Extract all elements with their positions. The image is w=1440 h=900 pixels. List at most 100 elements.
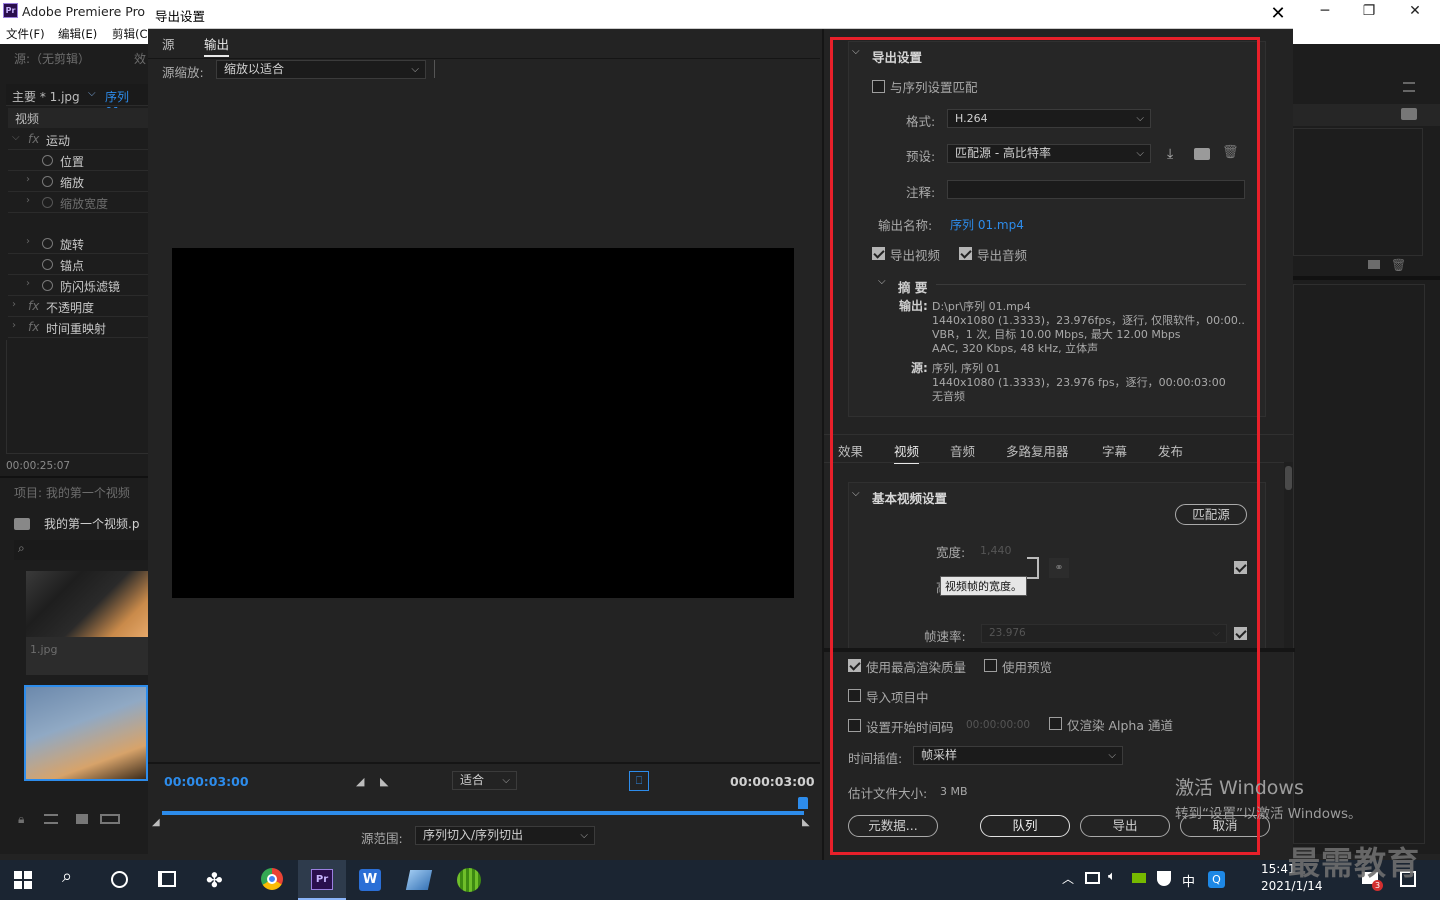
metadata-button[interactable]: 元数据... — [848, 815, 938, 837]
clip-thumbnail-1[interactable] — [26, 571, 148, 637]
tab-multiplexer[interactable]: 多路复用器 — [1006, 441, 1069, 460]
tab-video[interactable]: 视频 — [894, 441, 920, 464]
effects-panel-tab[interactable]: 效 — [134, 50, 146, 67]
save-preset-icon[interactable]: ⤓ — [1167, 146, 1173, 162]
ime-indicator[interactable]: 中 — [1182, 871, 1195, 890]
comments-input[interactable] — [947, 180, 1245, 199]
scrollbar-thumb[interactable] — [1285, 466, 1292, 490]
effect-rotation[interactable]: › 旋转 — [8, 233, 148, 254]
set-start-timecode-checkbox[interactable] — [848, 719, 861, 732]
app-pinwheel-icon[interactable]: ✤ — [206, 868, 223, 892]
render-alpha-only-checkbox[interactable] — [1049, 717, 1062, 730]
clip-thumbnail-2[interactable] — [24, 685, 148, 781]
search-icon[interactable]: ⌕ — [62, 866, 72, 887]
effect-antiflicker[interactable]: › 防闪烁滤镜 — [8, 275, 148, 296]
effect-motion[interactable]: ⌵ fx 运动 — [8, 129, 148, 150]
width-match-checkbox[interactable] — [1234, 561, 1247, 574]
network-icon[interactable] — [1085, 872, 1100, 884]
chevron-up-icon[interactable]: ︿ — [1062, 870, 1074, 887]
width-value[interactable]: 1,440 — [980, 544, 1012, 557]
set-in-point-icon[interactable]: ◢ — [356, 775, 364, 788]
qq-icon[interactable]: Q — [1208, 871, 1225, 888]
notepad-icon[interactable] — [405, 870, 433, 890]
framerate-dropdown[interactable]: 23.976 ⌵ — [981, 624, 1227, 643]
tab-source[interactable]: 源 — [162, 34, 175, 53]
premiere-taskbar-button[interactable]: Pr — [298, 860, 346, 900]
export-button[interactable]: 导出 — [1080, 815, 1170, 837]
effect-opacity[interactable]: › fx 不透明度 — [8, 296, 148, 317]
tab-captions[interactable]: 字幕 — [1102, 441, 1127, 460]
aspect-correction-icon[interactable]: ⎕ — [629, 771, 649, 791]
chevron-down-icon[interactable]: ⌵ — [88, 88, 96, 99]
current-timecode[interactable]: 00:00:03:00 — [164, 774, 249, 789]
volume-icon[interactable]: 🔈︎ — [1108, 869, 1116, 884]
use-previews-checkbox[interactable] — [984, 659, 997, 672]
melon-app-icon[interactable] — [457, 868, 481, 892]
effect-position[interactable]: 位置 — [8, 150, 148, 171]
set-out-point-icon[interactable]: ◣ — [380, 775, 388, 788]
tab-publish[interactable]: 发布 — [1158, 441, 1183, 460]
playhead-handle[interactable] — [798, 797, 808, 809]
close-app-button[interactable]: ✕ — [1392, 0, 1438, 24]
export-video-checkbox[interactable] — [872, 247, 885, 260]
import-into-project-checkbox[interactable] — [848, 689, 861, 702]
panel-menu-icon[interactable] — [1403, 82, 1415, 92]
output-name-link[interactable]: 序列 01.mp4 — [950, 216, 1024, 233]
icon-view-icon[interactable] — [76, 814, 88, 824]
maximize-button[interactable]: ❐ — [1346, 0, 1392, 24]
preset-dropdown[interactable]: 匹配源 - 高比特率 ⌵ — [947, 144, 1151, 163]
export-audio-checkbox[interactable] — [959, 247, 972, 260]
new-bin-icon[interactable] — [1401, 108, 1417, 120]
cortana-icon[interactable] — [111, 871, 128, 888]
chevron-down-icon[interactable]: ⌵ — [852, 46, 860, 57]
timeline-range-bar[interactable] — [162, 811, 804, 815]
lock-icon[interactable]: 🔒︎ — [18, 812, 24, 827]
tab-audio[interactable]: 音频 — [950, 441, 975, 460]
match-sequence-checkbox[interactable] — [872, 80, 885, 93]
framerate-match-checkbox[interactable] — [1234, 627, 1247, 640]
tab-effects[interactable]: 效果 — [838, 441, 863, 460]
project-panel-tab[interactable]: 项目: 我的第一个视频 — [14, 484, 130, 501]
task-view-icon[interactable] — [158, 871, 176, 887]
out-point-marker[interactable]: ◣ — [802, 817, 810, 828]
max-render-quality-checkbox[interactable] — [848, 659, 861, 672]
source-panel-tab[interactable]: 源:（无剪辑） — [14, 50, 90, 67]
folder-icon[interactable] — [1368, 260, 1380, 269]
start-timecode-value[interactable]: 00:00:00:00 — [966, 719, 1030, 731]
queue-button[interactable]: 队列 — [980, 815, 1070, 837]
stopwatch-icon[interactable] — [42, 280, 53, 291]
minimize-button[interactable]: ─ — [1302, 0, 1348, 24]
effect-scale[interactable]: › 缩放 — [8, 171, 148, 192]
stopwatch-icon[interactable] — [42, 259, 53, 270]
time-interpolation-dropdown[interactable]: 帧采样 ⌵ — [913, 746, 1123, 765]
chevron-down-icon[interactable]: ⌵ — [878, 276, 886, 287]
effect-time-remap[interactable]: › fx 时间重映射 — [8, 317, 148, 338]
chrome-icon[interactable] — [261, 868, 283, 890]
scrollbar-track[interactable] — [1284, 462, 1293, 652]
effect-anchor[interactable]: 锚点 — [8, 254, 148, 275]
delete-preset-icon[interactable]: 🗑︎ — [1222, 145, 1239, 160]
import-preset-icon[interactable] — [1194, 148, 1210, 160]
source-scaling-dropdown[interactable]: 缩放以适合 ⌵ — [216, 60, 426, 79]
link-icon[interactable]: ⚭ — [1049, 558, 1069, 578]
in-point-marker[interactable]: ◢ — [152, 817, 160, 828]
tab-output[interactable]: 输出 — [204, 34, 230, 57]
freeform-view-icon[interactable] — [100, 814, 120, 824]
format-dropdown[interactable]: H.264 ⌵ — [947, 109, 1151, 128]
chevron-down-icon[interactable]: ⌵ — [852, 488, 860, 499]
stopwatch-icon[interactable] — [42, 155, 53, 166]
menu-file[interactable]: 文件(F) — [6, 26, 45, 42]
stopwatch-icon[interactable] — [42, 176, 53, 187]
source-range-dropdown[interactable]: 序列切入/序列切出 ⌵ — [415, 826, 595, 845]
menu-clip[interactable]: 剪辑(C — [112, 26, 148, 42]
start-button-icon[interactable] — [14, 871, 32, 889]
menu-edit[interactable]: 编辑(E) — [58, 26, 97, 42]
wps-icon[interactable]: W — [359, 869, 381, 891]
effect-scale-width[interactable]: › 缩放宽度 — [8, 192, 148, 213]
security-icon[interactable] — [1157, 871, 1171, 886]
list-view-icon[interactable] — [44, 814, 58, 824]
nvidia-icon[interactable] — [1132, 873, 1146, 883]
close-icon[interactable]: ✕ — [1266, 2, 1290, 26]
trash-icon[interactable]: 🗑︎ — [1391, 258, 1406, 272]
match-source-button[interactable]: 匹配源 — [1175, 504, 1247, 525]
